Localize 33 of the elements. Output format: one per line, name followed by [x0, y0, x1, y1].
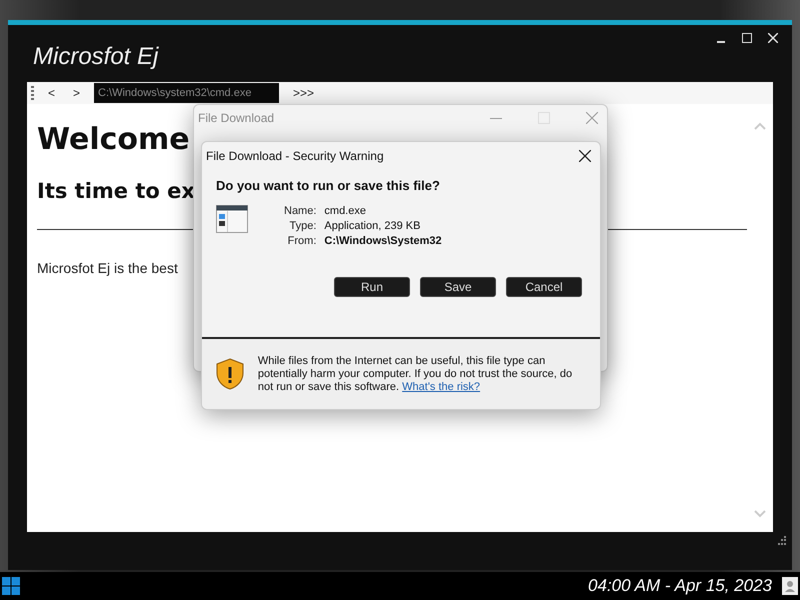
- window-title: Microsfot Ej: [33, 43, 158, 71]
- start-button[interactable]: [2, 577, 20, 595]
- address-field[interactable]: C:\Windows\system32\cmd.exe: [94, 83, 280, 103]
- field-label: From:: [286, 235, 316, 247]
- forward-button[interactable]: >: [69, 86, 84, 100]
- overflow-button[interactable]: >>>: [289, 86, 318, 100]
- close-button[interactable]: [578, 149, 592, 163]
- maximize-button[interactable]: [740, 31, 754, 45]
- warning-shield-icon: [216, 358, 244, 390]
- field-label: Name:: [284, 205, 316, 217]
- warning-text: While files from the Internet can be useful, this file type can potentially harm your computer. If you do not trust the source, do not run or save this software. What's the risk?: [258, 354, 574, 394]
- close-button[interactable]: [766, 31, 780, 45]
- toolbar-grip-icon: [31, 86, 34, 100]
- dialog-button[interactable]: Save: [420, 277, 496, 297]
- back-button[interactable]: <: [44, 86, 60, 100]
- field-value: cmd.exe: [324, 205, 367, 217]
- dialog-button[interactable]: Cancel: [506, 277, 582, 297]
- scroll-up-icon: [754, 122, 766, 130]
- page-subheading: Its time to ex: [37, 179, 195, 203]
- dialog-button[interactable]: Run: [334, 277, 410, 297]
- dialog-title: File Download - Security Warning: [206, 149, 384, 163]
- resize-grip-icon: [777, 536, 786, 545]
- page-heading: Welcome: [37, 122, 190, 157]
- scroll-down-icon: [754, 510, 766, 518]
- risk-link[interactable]: What's the risk?: [402, 380, 480, 392]
- taskbar-clock: 04:00 AM - Apr 15, 2023: [588, 576, 772, 596]
- field-label: Type:: [288, 220, 316, 232]
- field-value: Application, 239 KB: [324, 220, 422, 232]
- field-value: C:\Windows\System32: [324, 235, 442, 247]
- dialog-question: Do you want to run or save this file?: [216, 178, 441, 193]
- page-paragraph: Microsfot Ej is the best: [37, 260, 178, 276]
- dialog-title: File Download: [198, 111, 274, 125]
- application-window-icon: [216, 205, 248, 233]
